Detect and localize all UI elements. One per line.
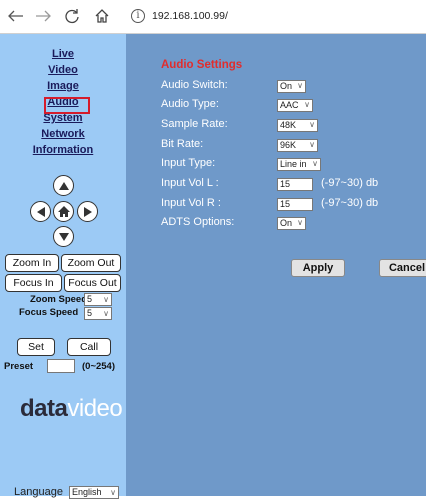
arrow-right-icon xyxy=(83,206,92,217)
input-vol-l-field[interactable]: 15 xyxy=(277,178,313,191)
language-label: Language xyxy=(14,486,63,498)
datavideo-logo: datavideo xyxy=(20,395,123,423)
pan-left-button[interactable] xyxy=(30,201,51,222)
arrow-left-icon xyxy=(36,206,45,217)
input-type-select[interactable]: Line in ∨ xyxy=(277,158,321,171)
pan-up-button[interactable] xyxy=(53,175,74,196)
pan-down-button[interactable] xyxy=(53,226,74,247)
sidebar-item-live[interactable]: Live xyxy=(0,46,126,62)
bit-rate-value: 96K xyxy=(280,140,297,150)
refresh-icon[interactable] xyxy=(62,6,82,26)
home-icon xyxy=(57,206,70,217)
chevron-down-icon: ∨ xyxy=(297,81,303,90)
chevron-down-icon: ∨ xyxy=(297,218,303,227)
preset-range: (0~254) xyxy=(82,361,116,372)
page-title: Audio Settings xyxy=(161,59,243,71)
zoom-speed-label: Zoom Speed xyxy=(30,294,88,305)
language-select[interactable]: English ∨ xyxy=(69,486,119,499)
adts-options-value: On xyxy=(280,218,293,228)
sidebar-item-network[interactable]: Network xyxy=(0,126,126,142)
audio-type-label: Audio Type: xyxy=(161,98,219,110)
chevron-down-icon: ∨ xyxy=(312,159,318,168)
address-bar[interactable]: i 192.168.100.99/ xyxy=(127,3,426,29)
active-menu-highlight xyxy=(44,97,90,114)
audio-type-select[interactable]: AAC ∨ xyxy=(277,99,313,112)
chevron-down-icon: ∨ xyxy=(309,140,315,149)
sidebar-item-video[interactable]: Video xyxy=(0,62,126,78)
chevron-down-icon: ∨ xyxy=(110,488,116,497)
preset-label: Preset xyxy=(4,361,34,372)
sample-rate-select[interactable]: 48K ∨ xyxy=(277,119,318,132)
focus-out-button[interactable]: Focus Out xyxy=(64,274,121,292)
apply-button[interactable]: Apply xyxy=(291,259,345,277)
adts-options-select[interactable]: On ∨ xyxy=(277,217,306,230)
home-icon[interactable] xyxy=(92,6,112,26)
chevron-down-icon: ∨ xyxy=(103,309,109,318)
zoom-out-button[interactable]: Zoom Out xyxy=(61,254,121,272)
url-text: 192.168.100.99/ xyxy=(152,10,228,22)
chevron-down-icon: ∨ xyxy=(309,120,315,129)
sample-rate-value: 48K xyxy=(280,120,297,130)
audio-switch-select[interactable]: On ∨ xyxy=(277,80,306,93)
zoom-speed-select[interactable]: 5 ∨ xyxy=(84,293,112,306)
back-arrow-icon[interactable] xyxy=(6,6,26,26)
chevron-down-icon: ∨ xyxy=(304,100,310,109)
zoom-in-button[interactable]: Zoom In xyxy=(5,254,59,272)
arrow-up-icon xyxy=(58,181,69,190)
input-vol-r-field[interactable]: 15 xyxy=(277,198,313,211)
input-type-label: Input Type: xyxy=(161,157,216,169)
pan-right-button[interactable] xyxy=(77,201,98,222)
bit-rate-label: Bit Rate: xyxy=(161,138,204,150)
focus-speed-value: 5 xyxy=(87,308,93,318)
sidebar-item-information[interactable]: Information xyxy=(0,142,126,158)
cancel-button[interactable]: Cancel xyxy=(379,259,426,277)
preset-set-button[interactable]: Set xyxy=(17,338,55,356)
sample-rate-label: Sample Rate: xyxy=(161,118,228,130)
logo-part-video: video xyxy=(67,395,123,422)
zoom-speed-value: 5 xyxy=(87,294,93,304)
arrow-down-icon xyxy=(58,232,69,241)
input-vol-l-label: Input Vol L : xyxy=(161,177,219,189)
preset-input[interactable] xyxy=(47,359,75,373)
input-vol-l-range: (-97~30) db xyxy=(321,177,379,189)
audio-settings-panel: Audio Settings Audio Switch: On ∨ Audio T… xyxy=(126,34,426,496)
adts-options-label: ADTS Options: xyxy=(161,216,235,228)
focus-speed-select[interactable]: 5 ∨ xyxy=(84,307,112,320)
info-icon[interactable]: i xyxy=(131,9,145,23)
input-vol-r-label: Input Vol R : xyxy=(161,197,221,209)
logo-part-data: data xyxy=(20,395,68,422)
bit-rate-select[interactable]: 96K ∨ xyxy=(277,139,318,152)
ptz-home-button[interactable] xyxy=(53,201,74,222)
chevron-down-icon: ∨ xyxy=(103,295,109,304)
sidebar-item-image[interactable]: Image xyxy=(0,78,126,94)
input-type-value: Line in xyxy=(280,159,307,169)
audio-switch-label: Audio Switch: xyxy=(161,79,228,91)
focus-in-button[interactable]: Focus In xyxy=(5,274,62,292)
browser-toolbar: i 192.168.100.99/ xyxy=(0,0,426,34)
focus-speed-label: Focus Speed xyxy=(19,307,79,318)
audio-switch-value: On xyxy=(280,81,293,91)
preset-call-button[interactable]: Call xyxy=(67,338,111,356)
audio-type-value: AAC xyxy=(280,100,299,110)
input-vol-r-range: (-97~30) db xyxy=(321,197,379,209)
forward-arrow-icon[interactable] xyxy=(33,6,53,26)
